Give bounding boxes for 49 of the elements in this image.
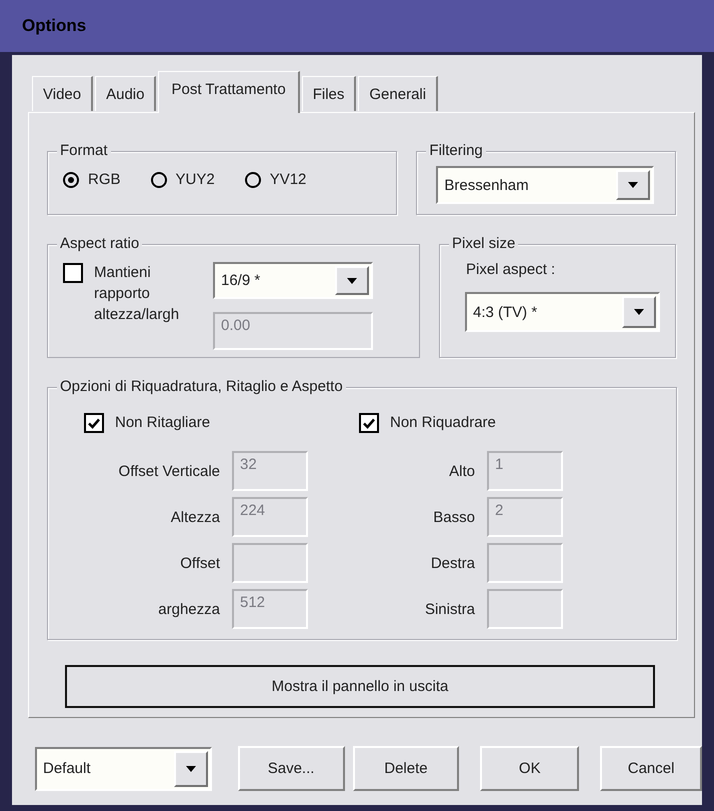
group-label: Filtering: [426, 142, 486, 160]
checkbox-label: Non Ritagliare: [115, 413, 210, 433]
group-label: Opzioni di Riquadratura, Ritaglio e Aspetto: [57, 378, 346, 396]
dropdown[interactable]: 16/9 *: [213, 262, 373, 299]
field-label: Alto: [448, 462, 475, 480]
field-label: arghezza: [157, 600, 220, 618]
field-label: Sinistra: [424, 600, 475, 618]
dialog-button[interactable]: Save...: [238, 746, 344, 791]
output-panel-button[interactable]: Mostra il pannello in uscita: [65, 665, 655, 708]
tab[interactable]: Post Trattamento: [158, 71, 300, 113]
dropdown[interactable]: 4:3 (TV) *: [465, 292, 660, 332]
dropdown-button[interactable]: [335, 266, 369, 295]
group-label: Aspect ratio: [57, 235, 142, 253]
dropdown-button[interactable]: [616, 170, 650, 200]
radio-button[interactable]: [244, 172, 261, 188]
dialog-button[interactable]: Delete: [352, 746, 460, 791]
field-label: Basso: [432, 508, 475, 526]
tab[interactable]: Video: [32, 76, 94, 111]
caret-icon: [347, 278, 357, 284]
dropdown-button[interactable]: [174, 750, 208, 786]
checkbox[interactable]: [63, 263, 83, 283]
radio-label: YUY2: [176, 171, 215, 188]
checkbox[interactable]: [359, 413, 379, 433]
radio-button[interactable]: [63, 172, 79, 188]
radio-button[interactable]: [150, 172, 167, 188]
checkbox[interactable]: [84, 413, 104, 433]
checkmark-icon: [88, 418, 100, 428]
window-title: Options: [0, 0, 714, 52]
tab[interactable]: Generali: [358, 76, 438, 111]
field-label: Offset Verticale: [118, 462, 220, 480]
tab[interactable]: Files: [302, 76, 356, 111]
tab[interactable]: Audio: [95, 76, 156, 111]
dropdown-button[interactable]: [622, 296, 656, 328]
caret-icon: [628, 182, 638, 188]
checkbox-label: Non Riquadrare: [390, 413, 496, 433]
field-label: Altezza: [170, 508, 220, 526]
checkbox-label: Mantieni rapporto altezza/largh: [94, 263, 180, 325]
caret-icon: [634, 309, 644, 315]
field-label: Pixel aspect :: [466, 261, 556, 278]
caret-icon: [186, 766, 196, 772]
dropdown[interactable]: Default: [35, 746, 212, 790]
field-label: Destra: [430, 554, 475, 572]
dropdown[interactable]: Bressenham: [436, 166, 654, 204]
checkmark-icon: [363, 418, 375, 428]
dialog-button[interactable]: OK: [480, 746, 580, 791]
field-label: Offset: [179, 554, 220, 572]
dialog-button[interactable]: Cancel: [600, 746, 702, 791]
radio-label: RGB: [88, 171, 121, 188]
radio-label: YV12: [270, 171, 306, 188]
